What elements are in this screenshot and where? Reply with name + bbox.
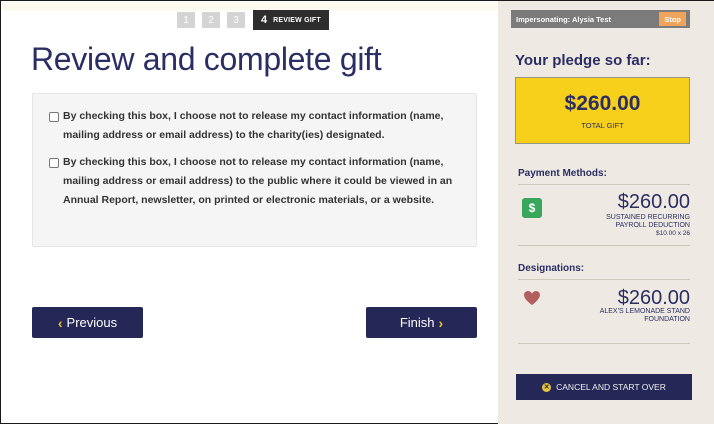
dollar-icon: $ xyxy=(522,198,542,218)
designations-divider xyxy=(518,279,690,280)
step-4-label: REVIEW GIFT xyxy=(273,16,321,24)
page: 1 2 3 4 REVIEW GIFT Review and complete … xyxy=(1,1,714,424)
payment-methods-heading: Payment Methods: xyxy=(518,168,607,179)
x-circle-icon: ✕ xyxy=(542,382,552,392)
optout-charity-row: By checking this box, I choose not to re… xyxy=(49,110,462,145)
designation-line-1: ALEX'S LEMONADE STAND xyxy=(599,308,690,315)
pledge-heading: Your pledge so far: xyxy=(515,52,651,69)
payment-type-line-1: SUSTAINED RECURRING xyxy=(606,214,690,221)
payment-detail: $10.00 x 26 xyxy=(656,230,690,237)
payment-divider xyxy=(518,184,690,185)
optout-charity-checkbox[interactable] xyxy=(49,112,59,122)
step-1[interactable]: 1 xyxy=(177,12,195,28)
step-3[interactable]: 3 xyxy=(227,12,245,28)
payment-type-line-2: PAYROLL DEDUCTION xyxy=(615,222,690,229)
previous-button[interactable]: ‹ Previous xyxy=(32,307,143,338)
designations-bottom-divider xyxy=(518,343,690,344)
heart-icon xyxy=(524,291,540,305)
step-4-number: 4 xyxy=(261,14,268,26)
designation-name: ALEX'S LEMONADE STAND FOUNDATION xyxy=(560,308,690,324)
optout-public-label[interactable]: By checking this box, I choose not to re… xyxy=(63,153,462,210)
finish-button[interactable]: Finish › xyxy=(366,307,477,338)
optout-public-checkbox[interactable] xyxy=(49,158,59,168)
chevron-right-icon: › xyxy=(438,314,444,331)
stop-impersonation-button[interactable]: Stop xyxy=(659,12,686,26)
optout-charity-label[interactable]: By checking this box, I choose not to re… xyxy=(63,107,462,145)
designation-amount: $260.00 xyxy=(617,287,690,309)
pledge-sidebar: Impersonating: Alysia Test Stop Your ple… xyxy=(498,1,714,424)
page-title: Review and complete gift xyxy=(31,41,382,77)
optout-public-row: By checking this box, I choose not to re… xyxy=(49,156,462,210)
previous-label: Previous xyxy=(66,315,118,330)
finish-label: Finish xyxy=(399,315,435,330)
step-4-active: 4 REVIEW GIFT xyxy=(253,10,329,30)
payment-amount: $260.00 xyxy=(617,191,690,213)
privacy-optout-panel: By checking this box, I choose not to re… xyxy=(32,93,477,247)
designations-heading: Designations: xyxy=(518,263,585,274)
step-indicator: 1 2 3 4 REVIEW GIFT xyxy=(177,10,329,30)
cancel-and-start-over-button[interactable]: ✕ CANCEL AND START OVER xyxy=(516,374,692,400)
chevron-left-icon: ‹ xyxy=(57,314,63,331)
total-gift-box: $260.00 TOTAL GIFT xyxy=(515,77,690,144)
payment-bottom-divider xyxy=(518,245,690,246)
payment-type: SUSTAINED RECURRING PAYROLL DEDUCTION xyxy=(560,214,690,230)
cancel-label: CANCEL AND START OVER xyxy=(556,382,666,392)
designation-line-2: FOUNDATION xyxy=(644,316,690,323)
total-amount: $260.00 xyxy=(564,91,641,115)
impersonation-text: Impersonating: Alysia Test xyxy=(516,14,612,24)
total-label: TOTAL GIFT xyxy=(581,120,624,130)
step-2[interactable]: 2 xyxy=(202,12,220,28)
impersonation-bar: Impersonating: Alysia Test Stop xyxy=(511,10,690,28)
